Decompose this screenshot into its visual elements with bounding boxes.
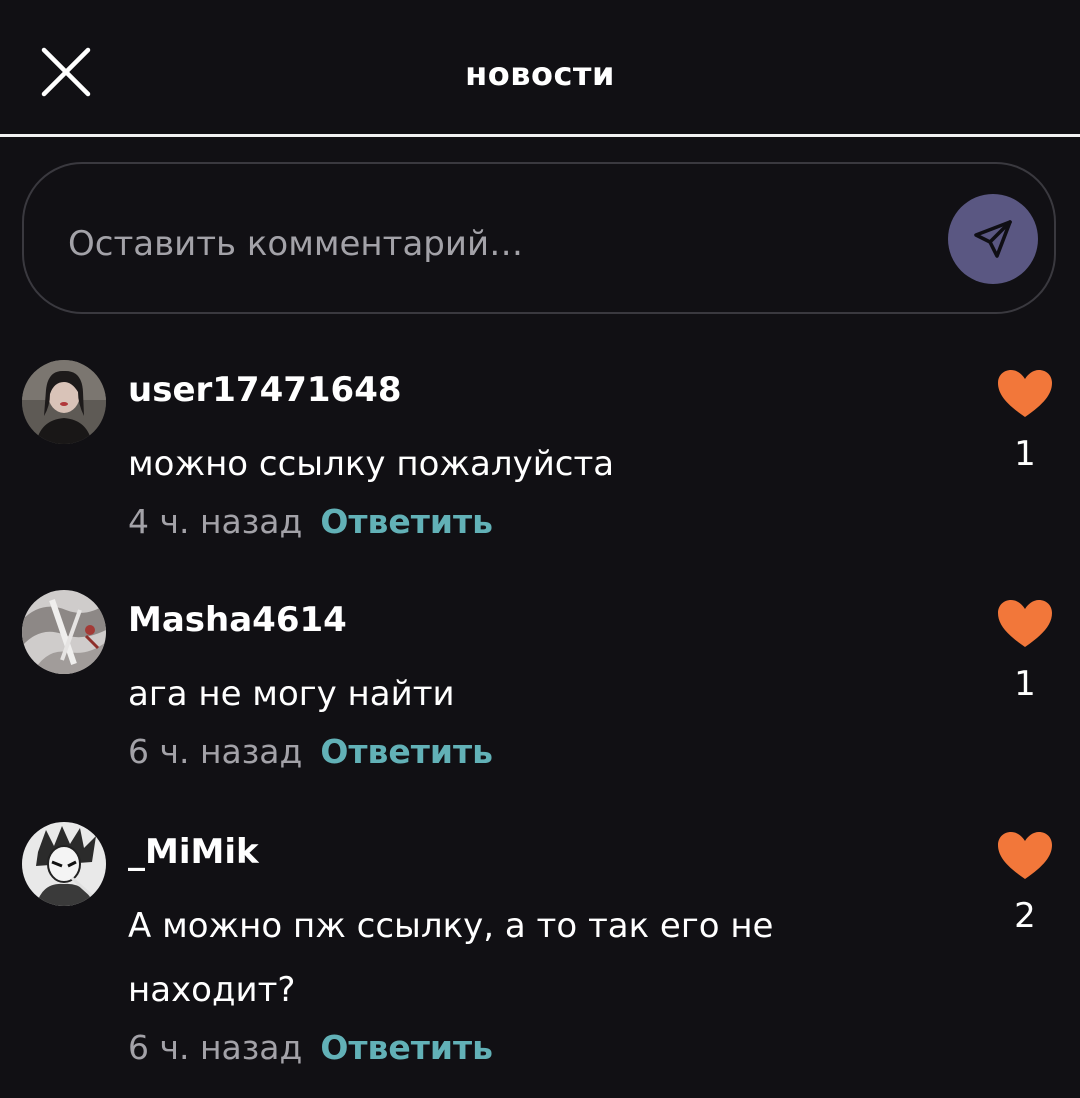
comment-meta: 6 ч. назад Ответить bbox=[128, 730, 493, 774]
heart-icon bbox=[998, 370, 1052, 417]
comment-text: А можно пж ссылку, а то так его не наход… bbox=[128, 906, 774, 1010]
like-count: 2 bbox=[1014, 896, 1036, 936]
page-title: новости bbox=[465, 55, 615, 93]
comment-meta: 4 ч. назад Ответить bbox=[128, 500, 493, 544]
send-icon bbox=[974, 220, 1012, 258]
header: новости bbox=[0, 0, 1080, 137]
reply-button[interactable]: Ответить bbox=[320, 732, 493, 771]
comment-timestamp: 4 ч. назад bbox=[128, 502, 303, 541]
comment-timestamp: 6 ч. назад bbox=[128, 1028, 303, 1067]
avatar[interactable] bbox=[22, 590, 106, 674]
reply-button[interactable]: Ответить bbox=[320, 1028, 493, 1067]
like-count: 1 bbox=[1014, 434, 1036, 474]
like-count: 1 bbox=[1014, 664, 1036, 704]
avatar[interactable] bbox=[22, 360, 106, 444]
comment-text: можно ссылку пожалуйста bbox=[128, 444, 615, 484]
like-button[interactable] bbox=[996, 830, 1054, 882]
comment-text: ага не могу найти bbox=[128, 674, 455, 714]
avatar-image bbox=[22, 590, 106, 674]
header-divider bbox=[0, 134, 1080, 137]
comment-username[interactable]: _MiMik bbox=[128, 830, 259, 874]
avatar-image bbox=[22, 822, 106, 906]
comment-meta: 6 ч. назад Ответить bbox=[128, 1026, 493, 1070]
heart-icon bbox=[998, 832, 1052, 879]
comment-timestamp: 6 ч. назад bbox=[128, 732, 303, 771]
comment-input-placeholder[interactable]: Оставить комментарий… bbox=[68, 222, 523, 266]
comment-input-box[interactable]: Оставить комментарий… bbox=[22, 162, 1056, 314]
avatar[interactable] bbox=[22, 822, 106, 906]
heart-icon bbox=[998, 600, 1052, 647]
avatar-image bbox=[22, 360, 106, 444]
comment-username[interactable]: Masha4614 bbox=[128, 598, 347, 642]
comment-username[interactable]: user17471648 bbox=[128, 368, 402, 412]
send-button[interactable] bbox=[948, 194, 1038, 284]
reply-button[interactable]: Ответить bbox=[320, 502, 493, 541]
like-button[interactable] bbox=[996, 598, 1054, 650]
like-button[interactable] bbox=[996, 368, 1054, 420]
